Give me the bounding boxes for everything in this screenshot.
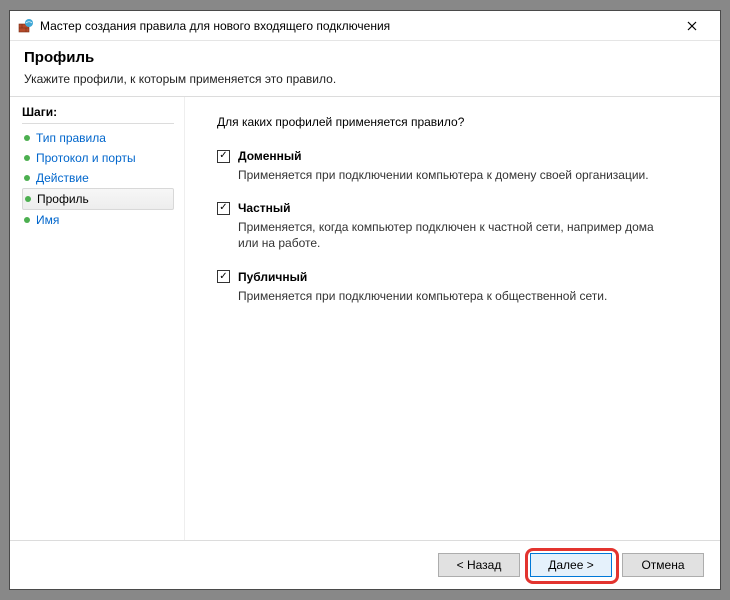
next-button[interactable]: Далее > [530, 553, 612, 577]
wizard-body: Шаги: Тип правила Протокол и порты Дейст… [10, 97, 720, 540]
step-rule-type[interactable]: Тип правила [22, 128, 174, 148]
step-action[interactable]: Действие [22, 168, 174, 188]
page-subtitle: Укажите профили, к которым применяется э… [24, 72, 706, 86]
option-public: ✓ Публичный Применяется при подключении … [217, 270, 694, 304]
step-label: Протокол и порты [36, 151, 136, 165]
page-title: Профиль [24, 49, 706, 66]
step-bullet-icon [24, 155, 30, 161]
titlebar: Мастер создания правила для нового входя… [10, 11, 720, 41]
option-private: ✓ Частный Применяется, когда компьютер п… [217, 201, 694, 251]
firewall-wizard-icon [18, 18, 34, 34]
option-label: Публичный [238, 270, 307, 284]
step-bullet-icon [24, 135, 30, 141]
option-label: Доменный [238, 149, 302, 163]
close-button[interactable] [672, 12, 712, 40]
wizard-window: Мастер создания правила для нового входя… [9, 10, 721, 590]
checkbox-public[interactable]: ✓ [217, 270, 230, 283]
step-label: Действие [36, 171, 89, 185]
step-label: Профиль [37, 192, 89, 206]
step-bullet-icon [24, 175, 30, 181]
steps-sidebar: Шаги: Тип правила Протокол и порты Дейст… [10, 97, 185, 540]
wizard-main: Для каких профилей применяется правило? … [185, 97, 720, 540]
option-label: Частный [238, 201, 291, 215]
step-name[interactable]: Имя [22, 210, 174, 230]
checkbox-domain[interactable]: ✓ [217, 150, 230, 163]
step-profile[interactable]: Профиль [22, 188, 174, 210]
steps-title: Шаги: [22, 103, 174, 124]
wizard-header: Профиль Укажите профили, к которым приме… [10, 41, 720, 96]
option-description: Применяется, когда компьютер подключен к… [238, 219, 668, 251]
step-bullet-icon [24, 217, 30, 223]
close-icon [687, 21, 697, 31]
step-bullet-icon [25, 196, 31, 202]
option-domain: ✓ Доменный Применяется при подключении к… [217, 149, 694, 183]
checkbox-private[interactable]: ✓ [217, 202, 230, 215]
option-description: Применяется при подключении компьютера к… [238, 288, 668, 304]
step-label: Тип правила [36, 131, 106, 145]
step-protocol-ports[interactable]: Протокол и порты [22, 148, 174, 168]
cancel-button[interactable]: Отмена [622, 553, 704, 577]
step-label: Имя [36, 213, 59, 227]
option-description: Применяется при подключении компьютера к… [238, 167, 668, 183]
wizard-footer: < Назад Далее > Отмена [10, 540, 720, 589]
window-title: Мастер создания правила для нового входя… [40, 19, 672, 33]
back-button[interactable]: < Назад [438, 553, 520, 577]
profile-question: Для каких профилей применяется правило? [217, 115, 694, 129]
